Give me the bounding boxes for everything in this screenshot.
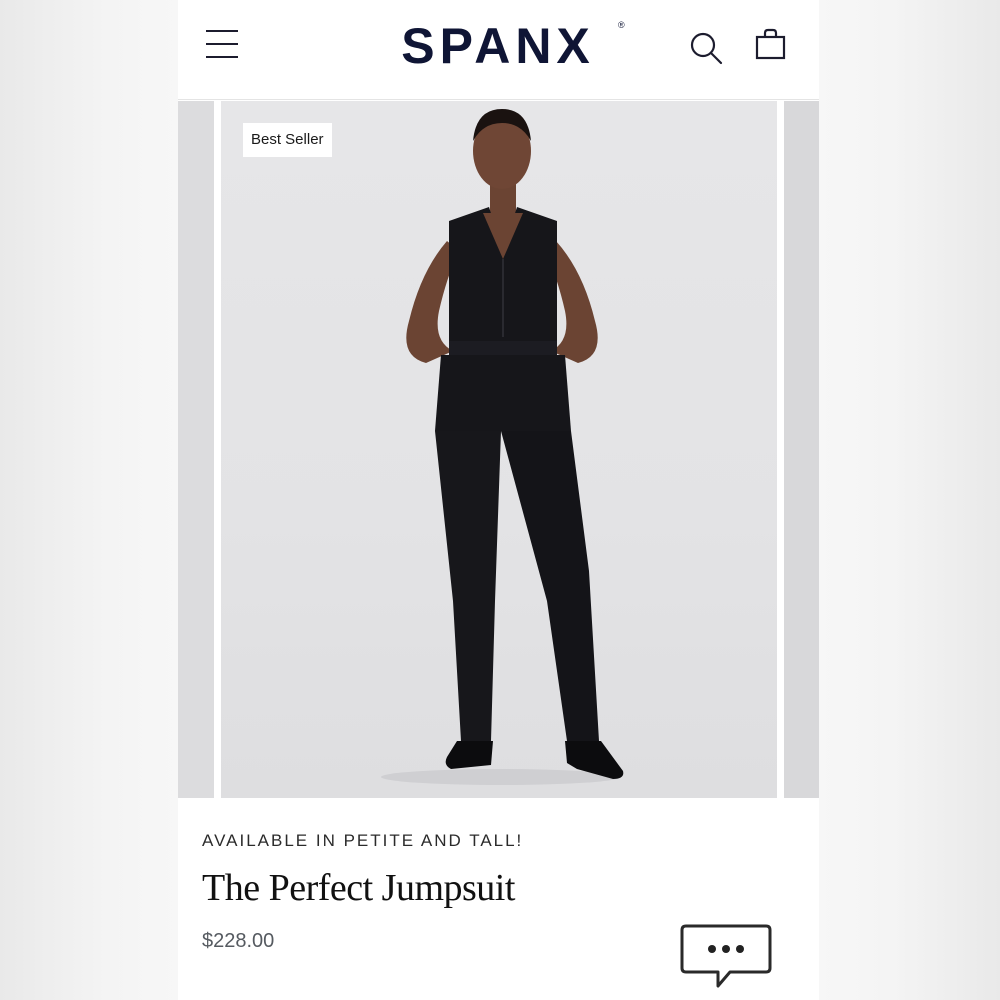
menu-icon[interactable] (206, 30, 240, 58)
product-image-carousel[interactable]: Best Seller (178, 101, 819, 798)
mobile-page: SPANX ® Best Seller AVAILABLE IN PETITE … (178, 0, 819, 1000)
model-photo (381, 109, 624, 785)
product-title[interactable]: The Perfect Jumpsuit (202, 866, 515, 910)
chat-bubble-icon[interactable] (678, 920, 774, 992)
site-header: SPANX ® (178, 0, 819, 100)
best-seller-badge: Best Seller (243, 123, 332, 157)
availability-note: AVAILABLE IN PETITE AND TALL! (202, 831, 524, 850)
product-price: $228.00 (202, 930, 275, 952)
brand-logo[interactable]: SPANX (373, 16, 623, 76)
backdrop-left (0, 0, 178, 1000)
product-image[interactable]: Best Seller (221, 101, 777, 798)
previous-slide-peek[interactable] (178, 101, 214, 798)
backdrop-right (819, 0, 1000, 1000)
registered-mark: ® (618, 20, 625, 30)
search-icon[interactable] (688, 30, 724, 66)
shopping-bag-icon[interactable] (754, 27, 788, 61)
next-slide-peek[interactable] (784, 101, 819, 798)
